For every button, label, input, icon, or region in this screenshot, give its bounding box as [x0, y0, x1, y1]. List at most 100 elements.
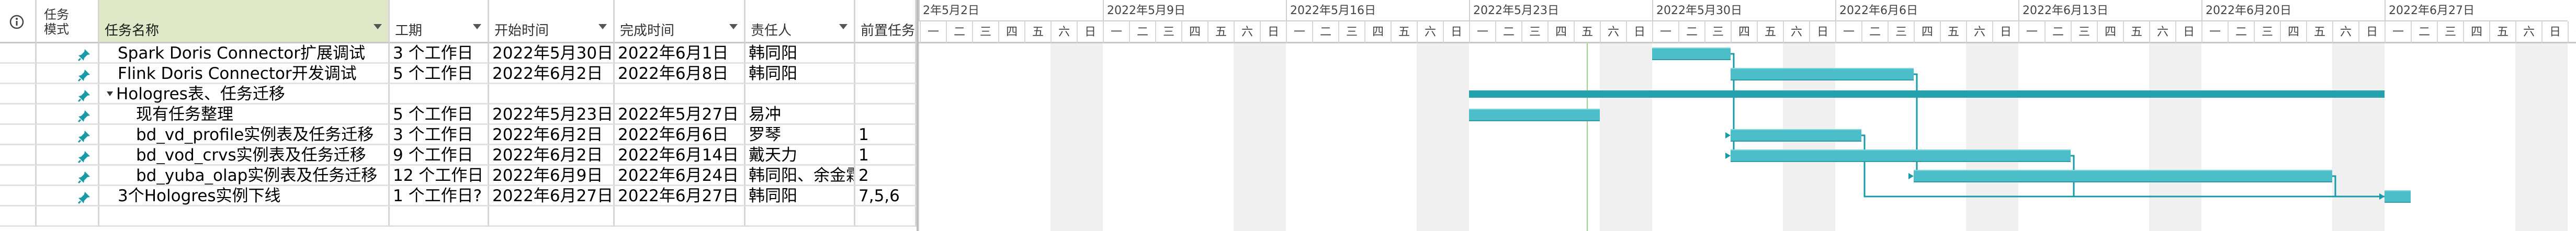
- task-pred-cell[interactable]: 1: [855, 145, 917, 166]
- info-cell[interactable]: [0, 166, 37, 186]
- task-mode-cell[interactable]: [37, 206, 99, 227]
- task-start-cell[interactable]: 2022年5月23日: [489, 105, 615, 125]
- task-row[interactable]: bd_vd_profile实例表及任务迁移 3 个工作日 2022年6月2日 2022…: [0, 125, 917, 145]
- collapse-triangle-icon[interactable]: [107, 91, 113, 96]
- task-start-cell[interactable]: 2022年6月2日: [489, 145, 615, 166]
- task-duration-cell[interactable]: 3 个工作日: [390, 43, 489, 64]
- task-pred-cell[interactable]: [855, 84, 917, 105]
- task-name-cell[interactable]: Spark Doris Connector扩展调试: [99, 43, 390, 64]
- task-name-cell[interactable]: bd_vd_profile实例表及任务迁移: [99, 125, 390, 145]
- task-duration-cell[interactable]: [390, 206, 489, 227]
- task-name-cell[interactable]: Flink Doris Connector开发调试: [99, 64, 390, 84]
- task-pred-cell[interactable]: [855, 105, 917, 125]
- task-resource-cell[interactable]: 韩同阳、余金霖: [745, 166, 855, 186]
- task-start-cell[interactable]: 2022年6月9日: [489, 166, 615, 186]
- name-column-header[interactable]: 任务名称: [99, 0, 390, 43]
- task-mode-cell[interactable]: [37, 186, 99, 206]
- task-name-cell[interactable]: Hologres表、任务迁移: [99, 84, 390, 105]
- task-bar[interactable]: [1652, 48, 1731, 60]
- task-finish-cell[interactable]: [615, 84, 745, 105]
- task-name-cell[interactable]: 现有任务整理: [99, 105, 390, 125]
- info-cell[interactable]: [0, 43, 37, 64]
- task-pred-cell[interactable]: 2: [855, 166, 917, 186]
- task-pred-cell[interactable]: [855, 43, 917, 64]
- task-bar[interactable]: [1731, 68, 1914, 80]
- task-row[interactable]: Hologres表、任务迁移: [0, 84, 917, 105]
- info-cell[interactable]: [0, 84, 37, 105]
- task-resource-cell[interactable]: 戴天力: [745, 145, 855, 166]
- task-duration-cell[interactable]: 9 个工作日: [390, 145, 489, 166]
- task-start-cell[interactable]: 2022年5月30日: [489, 43, 615, 64]
- finish-column-header[interactable]: 完成时间: [615, 0, 745, 43]
- task-finish-cell[interactable]: 2022年6月14日: [615, 145, 745, 166]
- info-cell[interactable]: [0, 145, 37, 166]
- task-mode-cell[interactable]: [37, 145, 99, 166]
- resource-column-header[interactable]: 责任人: [745, 0, 855, 43]
- task-duration-cell[interactable]: 12 个工作日: [390, 166, 489, 186]
- task-bar[interactable]: [1469, 109, 1600, 121]
- task-pred-cell[interactable]: [855, 64, 917, 84]
- task-bar[interactable]: [2385, 190, 2411, 203]
- filter-dropdown-icon[interactable]: [598, 24, 607, 29]
- task-row[interactable]: Spark Doris Connector扩展调试 3 个工作日 2022年5月30…: [0, 43, 917, 64]
- task-name-cell[interactable]: 3个Hologres实例下线: [99, 186, 390, 206]
- start-column-header[interactable]: 开始时间: [489, 0, 615, 43]
- info-cell[interactable]: [0, 125, 37, 145]
- filter-dropdown-icon[interactable]: [729, 24, 738, 29]
- task-row[interactable]: 现有任务整理 5 个工作日 2022年5月23日 2022年5月27日 易冲: [0, 105, 917, 125]
- duration-column-header[interactable]: 工期: [390, 0, 489, 43]
- filter-dropdown-icon[interactable]: [374, 24, 382, 29]
- info-cell[interactable]: [0, 206, 37, 227]
- task-resource-cell[interactable]: 韩同阳: [745, 64, 855, 84]
- task-finish-cell[interactable]: 2022年5月27日: [615, 105, 745, 125]
- task-mode-cell[interactable]: [37, 43, 99, 64]
- task-row[interactable]: Flink Doris Connector开发调试 5 个工作日 2022年6月2日…: [0, 64, 917, 84]
- task-resource-cell[interactable]: 韩同阳: [745, 43, 855, 64]
- task-row[interactable]: 3个Hologres实例下线 1 个工作日? 2022年6月27日 2022年6月27…: [0, 186, 917, 206]
- task-name-cell[interactable]: [99, 206, 390, 227]
- task-finish-cell[interactable]: [615, 206, 745, 227]
- task-resource-cell[interactable]: [745, 84, 855, 105]
- task-bar[interactable]: [1731, 129, 1861, 142]
- task-row[interactable]: bd_yuba_olap实例表及任务迁移 12 个工作日 2022年6月9日 2022…: [0, 166, 917, 186]
- task-finish-cell[interactable]: 2022年6月27日: [615, 186, 745, 206]
- task-resource-cell[interactable]: 易冲: [745, 105, 855, 125]
- task-pred-cell[interactable]: 1: [855, 125, 917, 145]
- task-duration-cell[interactable]: 5 个工作日: [390, 105, 489, 125]
- filter-dropdown-icon[interactable]: [473, 24, 481, 29]
- task-pred-cell[interactable]: [855, 206, 917, 227]
- task-mode-cell[interactable]: [37, 166, 99, 186]
- task-bar[interactable]: [1914, 170, 2332, 182]
- task-finish-cell[interactable]: 2022年6月8日: [615, 64, 745, 84]
- task-duration-cell[interactable]: [390, 84, 489, 105]
- info-cell[interactable]: [0, 105, 37, 125]
- task-finish-cell[interactable]: 2022年6月6日: [615, 125, 745, 145]
- task-mode-cell[interactable]: [37, 105, 99, 125]
- task-pred-cell[interactable]: 7,5,6: [855, 186, 917, 206]
- task-resource-cell[interactable]: [745, 206, 855, 227]
- filter-dropdown-icon[interactable]: [839, 24, 848, 29]
- pred-column-header[interactable]: 前置任务: [855, 0, 917, 43]
- task-start-cell[interactable]: 2022年6月27日: [489, 186, 615, 206]
- task-finish-cell[interactable]: 2022年6月1日: [615, 43, 745, 64]
- task-finish-cell[interactable]: 2022年6月24日: [615, 166, 745, 186]
- task-duration-cell[interactable]: 5 个工作日: [390, 64, 489, 84]
- info-cell[interactable]: [0, 64, 37, 84]
- task-duration-cell[interactable]: 1 个工作日?: [390, 186, 489, 206]
- mode-column-header[interactable]: 任务 模式: [37, 0, 99, 43]
- task-start-cell[interactable]: 2022年6月2日: [489, 64, 615, 84]
- summary-bar[interactable]: [1469, 90, 2385, 98]
- task-resource-cell[interactable]: 罗琴: [745, 125, 855, 145]
- task-start-cell[interactable]: [489, 84, 615, 105]
- task-resource-cell[interactable]: 韩同阳: [745, 186, 855, 206]
- task-mode-cell[interactable]: [37, 64, 99, 84]
- task-row[interactable]: bd_vod_crvs实例表及任务迁移 9 个工作日 2022年6月2日 2022年6…: [0, 145, 917, 166]
- task-bar[interactable]: [1731, 149, 2071, 162]
- task-name-cell[interactable]: bd_yuba_olap实例表及任务迁移: [99, 166, 390, 186]
- task-duration-cell[interactable]: 3 个工作日: [390, 125, 489, 145]
- task-mode-cell[interactable]: [37, 125, 99, 145]
- task-mode-cell[interactable]: [37, 84, 99, 105]
- empty-row[interactable]: [0, 206, 917, 227]
- info-cell[interactable]: [0, 186, 37, 206]
- task-start-cell[interactable]: [489, 206, 615, 227]
